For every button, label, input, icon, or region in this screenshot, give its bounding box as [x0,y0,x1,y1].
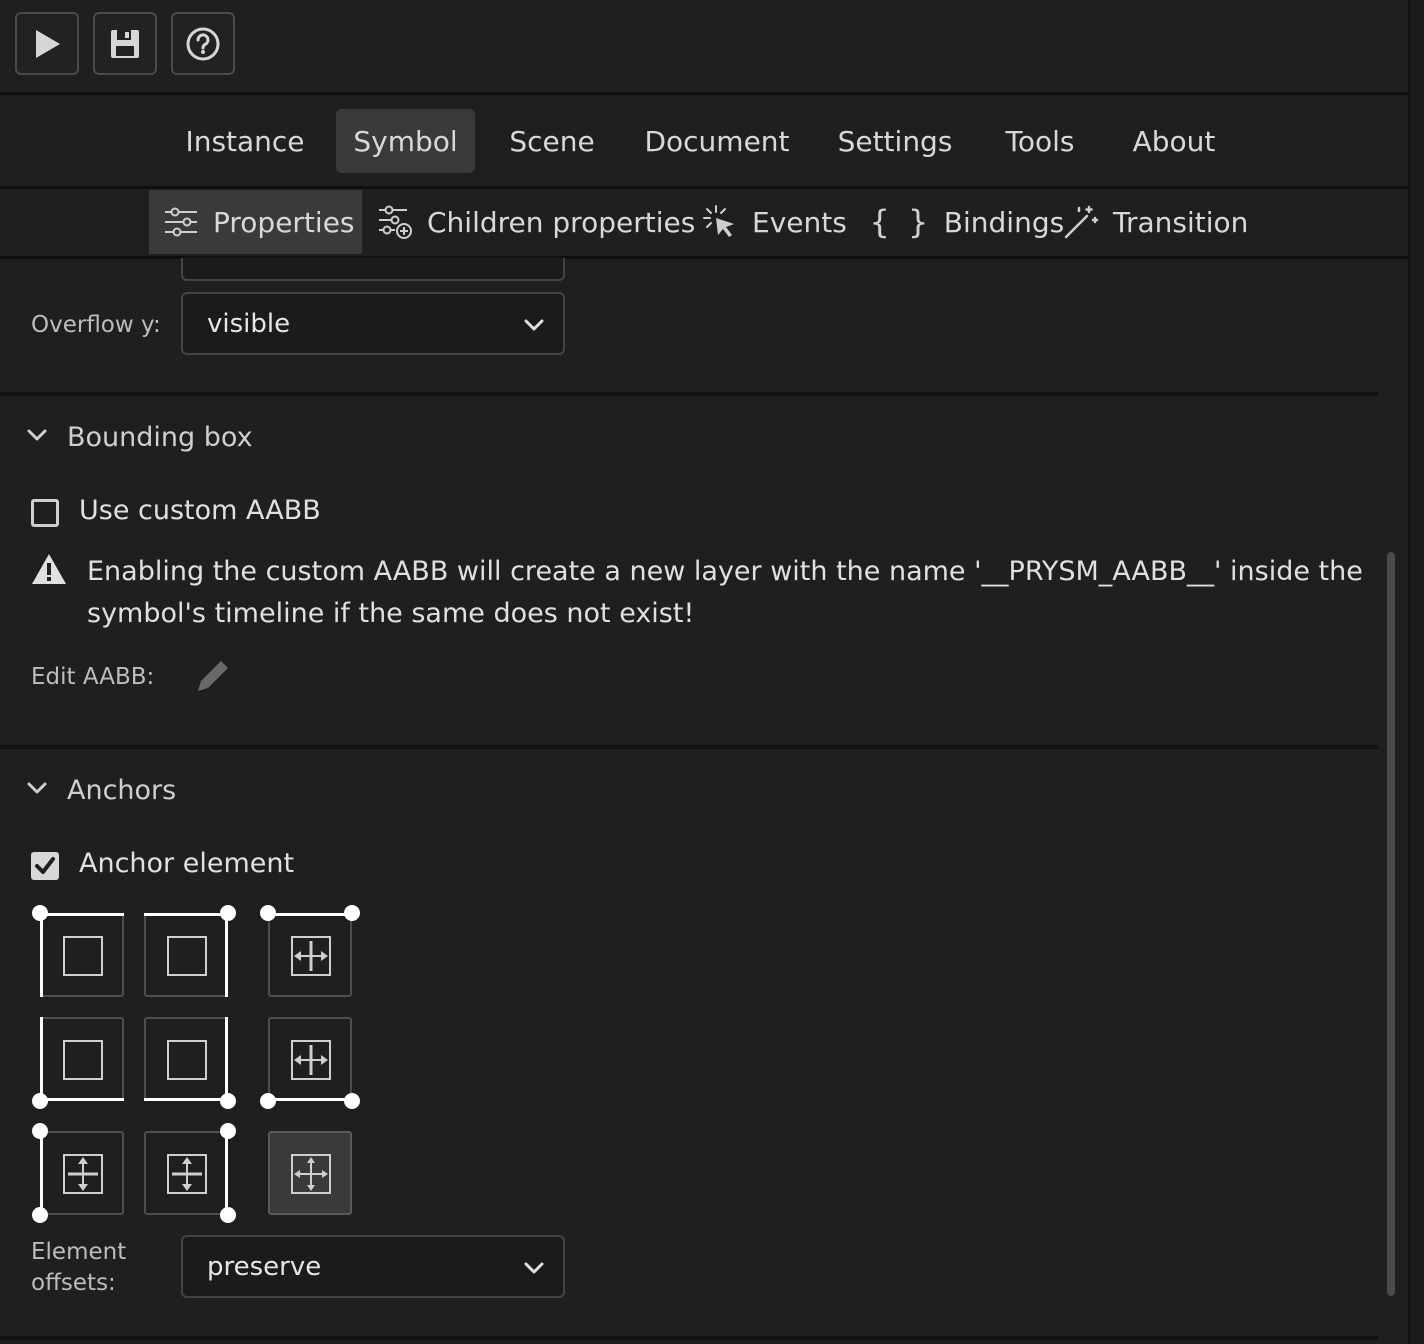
subtab-transition-label: Transition [1113,205,1249,239]
bounding-box-title[interactable]: Bounding box [67,422,253,453]
anchor-element-label[interactable]: Anchor element [79,848,294,879]
main-tabs: Instance Symbol Scene Document Settings … [0,95,1408,187]
stretch-horizontal-icon [291,936,331,976]
stretch-vertical-icon [63,1154,103,1194]
sliders-add-icon [379,205,412,239]
toolbar [0,0,1408,92]
help-button[interactable] [171,12,235,75]
tab-instance[interactable]: Instance [174,109,316,173]
element-offsets-label-1: Element [31,1239,127,1265]
overflow-y-value: visible [207,308,291,339]
outer-scrollbar[interactable] [1408,0,1424,1344]
anchor-top-left[interactable] [32,905,124,997]
properties-panel: Overflow y: visible Bounding box Use cus… [0,258,1378,1344]
main-tabs-divider [0,186,1408,189]
subtab-events[interactable]: Events [702,190,847,254]
checkmark-icon [35,857,55,874]
custom-aabb-checkbox[interactable] [31,499,59,527]
sliders-icon [165,207,197,237]
overflow-y-label: Overflow y: [31,312,161,338]
tab-scene[interactable]: Scene [496,109,608,173]
subtab-children-properties[interactable]: Children properties [377,190,695,254]
anchor-top-stretch[interactable] [260,905,360,997]
section-divider [0,392,1378,396]
tab-tools[interactable]: Tools [990,109,1090,173]
tab-document[interactable]: Document [636,109,798,173]
sub-tabs: Properties Children properties Events { … [0,190,1408,256]
stretch-horizontal-icon [291,1040,331,1080]
element-offsets-value: preserve [207,1251,322,1282]
edit-aabb-label: Edit AABB: [31,664,155,690]
subtab-events-label: Events [752,205,847,239]
chevron-down-icon[interactable] [26,781,48,797]
save-icon [111,29,139,58]
section-divider [0,1336,1378,1340]
tab-symbol[interactable]: Symbol [336,109,475,173]
custom-aabb-label[interactable]: Use custom AABB [79,495,321,526]
subtab-transition[interactable]: Transition [1063,190,1248,254]
tab-settings[interactable]: Settings [826,109,964,173]
aabb-warning-line-1: Enabling the custom AABB will create a n… [87,556,1363,587]
subtab-children-properties-label: Children properties [427,205,696,239]
warning-icon [32,554,66,584]
anchors-title[interactable]: Anchors [67,775,176,806]
subtab-bindings[interactable]: { } Bindings [870,190,1064,254]
play-button[interactable] [15,12,79,75]
anchor-left-stretch[interactable] [32,1123,124,1223]
subtab-bindings-label: Bindings [943,205,1065,239]
stretch-both-icon [291,1154,331,1194]
stretch-vertical-icon [167,1154,207,1194]
element-offsets-label-2: offsets: [31,1270,116,1296]
cursor-click-icon [703,205,734,237]
chevron-down-icon [524,319,544,331]
anchor-bottom-right[interactable] [144,1017,236,1109]
play-icon [36,29,60,58]
chevron-down-icon[interactable] [26,428,48,444]
subtab-properties[interactable]: Properties [149,190,362,254]
save-button[interactable] [93,12,157,75]
braces-icon: { } [870,203,928,241]
section-divider [0,745,1378,749]
subtab-properties-label: Properties [213,205,355,239]
anchor-top-right[interactable] [144,905,236,997]
anchor-bottom-left[interactable] [32,1017,124,1109]
element-offsets-select[interactable]: preserve [181,1235,565,1298]
tab-about[interactable]: About [1118,109,1230,173]
chevron-down-icon [524,1262,544,1274]
magic-wand-icon [1064,205,1099,239]
anchor-element-checkbox[interactable] [31,852,59,880]
aabb-warning-line-2: symbol's timeline if the same does not e… [87,598,695,629]
anchor-stretch-both[interactable] [268,1131,352,1215]
overflow-x-select[interactable] [181,258,565,281]
anchor-bottom-stretch[interactable] [260,1017,360,1109]
anchor-right-stretch[interactable] [144,1123,236,1223]
panel-scrollbar-thumb[interactable] [1387,552,1395,1296]
help-icon [186,27,220,60]
overflow-y-select[interactable]: visible [181,292,565,355]
pencil-icon[interactable] [196,659,230,693]
